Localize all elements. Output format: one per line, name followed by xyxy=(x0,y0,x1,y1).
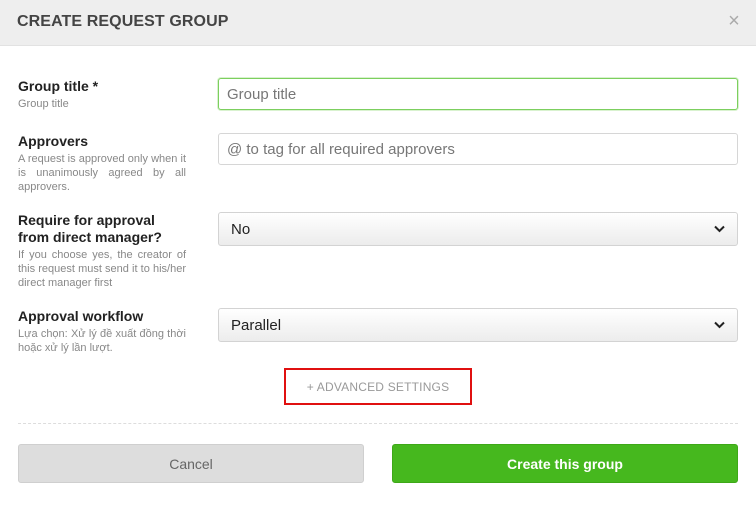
direct-manager-select[interactable]: No xyxy=(218,212,738,246)
approvers-input-col xyxy=(218,133,738,165)
advanced-settings-button[interactable]: + ADVANCED SETTINGS xyxy=(284,368,472,405)
workflow-select[interactable]: Parallel xyxy=(218,308,738,342)
approvers-help: A request is approved only when it is un… xyxy=(18,153,186,193)
approvers-row: Approvers A request is approved only whe… xyxy=(18,133,738,193)
workflow-selected-value: Parallel xyxy=(231,316,282,334)
direct-manager-help: If you choose yes, the creator of this r… xyxy=(18,249,186,289)
close-icon[interactable]: × xyxy=(726,11,742,31)
workflow-label-col: Approval workflow Lựa chọn: Xử lý đề xuấ… xyxy=(18,308,186,355)
direct-manager-selected-value: No xyxy=(231,220,251,238)
direct-manager-label-col: Require for approval from direct manager… xyxy=(18,212,186,290)
group-title-label: Group title * xyxy=(18,78,99,94)
group-title-input-col xyxy=(218,78,738,110)
chevron-down-icon xyxy=(714,321,725,329)
workflow-select-col: Parallel xyxy=(218,308,738,342)
workflow-help: Lựa chọn: Xử lý đề xuất đồng thời hoặc x… xyxy=(18,328,186,354)
group-title-input[interactable] xyxy=(218,78,738,110)
workflow-label: Approval workflow xyxy=(18,308,144,324)
approvers-label: Approvers xyxy=(18,133,89,149)
group-title-label-col: Group title * Group title xyxy=(18,78,186,111)
direct-manager-select-col: No xyxy=(218,212,738,246)
footer-divider xyxy=(18,423,738,424)
cancel-button[interactable]: Cancel xyxy=(18,444,364,483)
create-group-button[interactable]: Create this group xyxy=(392,444,738,483)
modal-title: CREATE REQUEST GROUP xyxy=(17,13,229,30)
direct-manager-row: Require for approval from direct manager… xyxy=(18,212,738,292)
chevron-down-icon xyxy=(714,225,725,233)
direct-manager-label: Require for approval from direct manager… xyxy=(18,212,162,245)
group-title-row: Group title * Group title xyxy=(18,78,738,118)
group-title-help: Group title xyxy=(18,98,69,110)
approvers-input[interactable] xyxy=(218,133,738,165)
approvers-label-col: Approvers A request is approved only whe… xyxy=(18,133,186,194)
workflow-row: Approval workflow Lựa chọn: Xử lý đề xuấ… xyxy=(18,308,738,358)
modal-header: CREATE REQUEST GROUP × xyxy=(0,0,756,46)
